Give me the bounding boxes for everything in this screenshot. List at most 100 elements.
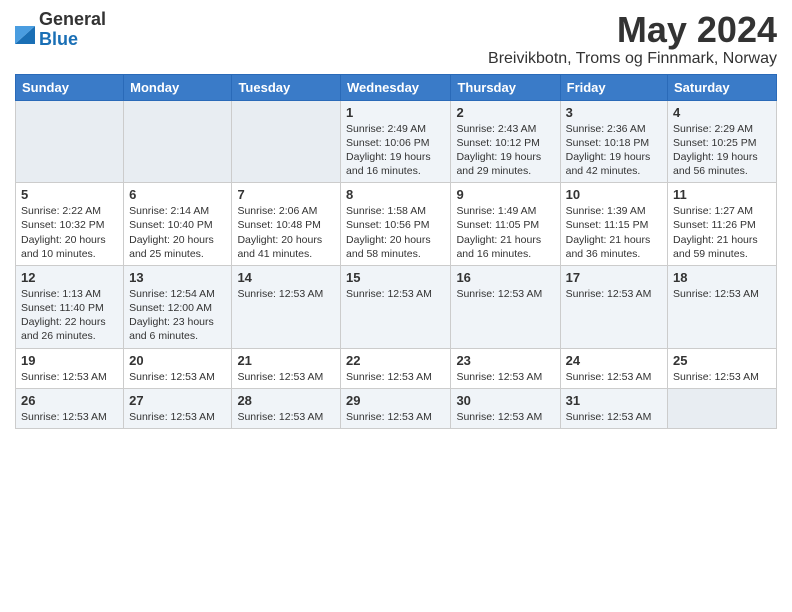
day-cell: [124, 100, 232, 183]
day-cell: 20 Sunrise: 12:53 AM: [124, 348, 232, 388]
day-number: 8: [346, 187, 445, 202]
day-number: 18: [673, 270, 771, 285]
day-cell: 17Sunrise: 12:53 AM: [560, 265, 667, 348]
calendar-header: SundayMondayTuesdayWednesdayThursdayFrid…: [16, 74, 777, 100]
day-cell: [232, 100, 341, 183]
day-cell: 27 Sunrise: 12:53 AM: [124, 388, 232, 428]
day-header-thursday: Thursday: [451, 74, 560, 100]
day-header-monday: Monday: [124, 74, 232, 100]
day-number: 27: [129, 393, 226, 408]
day-info: Sunrise: 12:54 AM Sunset: 12:00 AM Dayli…: [129, 287, 226, 344]
page-header: General Blue May 2024 Breivikbotn, Troms…: [15, 10, 777, 68]
day-number: 22: [346, 353, 445, 368]
day-number: 26: [21, 393, 118, 408]
logo-blue-text: Blue: [39, 30, 106, 50]
day-number: 4: [673, 105, 771, 120]
day-cell: 10 Sunrise: 1:39 AM Sunset: 11:15 PM Dayl…: [560, 183, 667, 266]
day-cell: 13 Sunrise: 12:54 AM Sunset: 12:00 AM Day…: [124, 265, 232, 348]
month-title: May 2024: [488, 10, 777, 50]
day-number: 10: [566, 187, 662, 202]
day-info: Sunrise: 2:43 AM Sunset: 10:12 PM Daylig…: [456, 122, 554, 179]
day-cell: 19Sunrise: 12:53 AM: [16, 348, 124, 388]
day-cell: 12 Sunrise: 1:13 AM Sunset: 11:40 PM Dayl…: [16, 265, 124, 348]
day-info: Sunrise: 12:53 AM: [456, 370, 554, 384]
day-cell: 2Sunrise: 2:43 AM Sunset: 10:12 PM Dayli…: [451, 100, 560, 183]
week-row-5: 26 Sunrise: 12:53 AM 27 Sunrise: 12:53 AM 28…: [16, 388, 777, 428]
day-cell: 30 Sunrise: 12:53 AM: [451, 388, 560, 428]
day-info: Sunrise: 12:53 AM: [346, 370, 445, 384]
day-number: 5: [21, 187, 118, 202]
day-cell: 6 Sunrise: 2:14 AM Sunset: 10:40 PM Dayli…: [124, 183, 232, 266]
day-number: 25: [673, 353, 771, 368]
day-cell: 18 Sunrise: 12:53 AM: [668, 265, 777, 348]
day-cell: 14 Sunrise: 12:53 AM: [232, 265, 341, 348]
day-number: 7: [237, 187, 335, 202]
day-info: Sunrise: 12:53 AM: [456, 410, 554, 424]
day-number: 24: [566, 353, 662, 368]
day-cell: 31 Sunrise: 12:53 AM: [560, 388, 667, 428]
day-number: 23: [456, 353, 554, 368]
day-header-sunday: Sunday: [16, 74, 124, 100]
day-info: Sunrise: 12:53 AM: [673, 370, 771, 384]
day-cell: [668, 388, 777, 428]
day-info: Sunrise: 2:36 AM Sunset: 10:18 PM Daylig…: [566, 122, 662, 179]
day-number: 30: [456, 393, 554, 408]
title-area: May 2024 Breivikbotn, Troms og Finnmark,…: [488, 10, 777, 68]
day-info: Sunrise: 2:06 AM Sunset: 10:48 PM Daylig…: [237, 204, 335, 261]
day-number: 15: [346, 270, 445, 285]
day-info: Sunrise: 1:39 AM Sunset: 11:15 PM Daylig…: [566, 204, 662, 261]
day-header-wednesday: Wednesday: [341, 74, 451, 100]
day-cell: 26 Sunrise: 12:53 AM: [16, 388, 124, 428]
day-number: 6: [129, 187, 226, 202]
logo: General Blue: [15, 10, 106, 50]
day-info: Sunrise: 12:53 AM: [456, 287, 554, 301]
day-number: 28: [237, 393, 335, 408]
location-title: Breivikbotn, Troms og Finnmark, Norway: [488, 50, 777, 68]
day-number: 12: [21, 270, 118, 285]
day-cell: 9Sunrise: 1:49 AM Sunset: 11:05 PM Dayli…: [451, 183, 560, 266]
day-info: Sunrise: 12:53 AM: [237, 410, 335, 424]
day-number: 14: [237, 270, 335, 285]
day-cell: 3 Sunrise: 2:36 AM Sunset: 10:18 PM Dayli…: [560, 100, 667, 183]
day-info: Sunrise: 2:29 AM Sunset: 10:25 PM Daylig…: [673, 122, 771, 179]
day-info: Sunrise: 12:53 AM: [346, 287, 445, 301]
day-cell: 5Sunrise: 2:22 AM Sunset: 10:32 PM Dayli…: [16, 183, 124, 266]
day-cell: 8 Sunrise: 1:58 AM Sunset: 10:56 PM Dayli…: [341, 183, 451, 266]
day-cell: 29Sunrise: 12:53 AM: [341, 388, 451, 428]
day-cell: 23 Sunrise: 12:53 AM: [451, 348, 560, 388]
day-info: Sunrise: 12:53 AM: [566, 410, 662, 424]
day-header-tuesday: Tuesday: [232, 74, 341, 100]
day-info: Sunrise: 12:53 AM: [673, 287, 771, 301]
day-cell: 1Sunrise: 2:49 AM Sunset: 10:06 PM Dayli…: [341, 100, 451, 183]
header-row: SundayMondayTuesdayWednesdayThursdayFrid…: [16, 74, 777, 100]
day-header-friday: Friday: [560, 74, 667, 100]
day-number: 31: [566, 393, 662, 408]
day-number: 29: [346, 393, 445, 408]
day-info: Sunrise: 12:53 AM: [566, 370, 662, 384]
day-cell: 24 Sunrise: 12:53 AM: [560, 348, 667, 388]
day-info: Sunrise: 12:53 AM: [21, 410, 118, 424]
day-info: Sunrise: 1:13 AM Sunset: 11:40 PM Daylig…: [21, 287, 118, 344]
day-cell: 7 Sunrise: 2:06 AM Sunset: 10:48 PM Dayli…: [232, 183, 341, 266]
day-info: Sunrise: 1:58 AM Sunset: 10:56 PM Daylig…: [346, 204, 445, 261]
day-number: 20: [129, 353, 226, 368]
logo-general-text: General: [39, 10, 106, 30]
day-info: Sunrise: 12:53 AM: [129, 370, 226, 384]
week-row-3: 12 Sunrise: 1:13 AM Sunset: 11:40 PM Dayl…: [16, 265, 777, 348]
day-cell: 25 Sunrise: 12:53 AM: [668, 348, 777, 388]
day-number: 13: [129, 270, 226, 285]
day-number: 21: [237, 353, 335, 368]
day-info: Sunrise: 2:14 AM Sunset: 10:40 PM Daylig…: [129, 204, 226, 261]
day-cell: [16, 100, 124, 183]
day-number: 3: [566, 105, 662, 120]
logo-icon: [15, 16, 35, 44]
day-info: Sunrise: 12:53 AM: [129, 410, 226, 424]
day-info: Sunrise: 12:53 AM: [21, 370, 118, 384]
day-info: Sunrise: 12:53 AM: [237, 287, 335, 301]
week-row-4: 19Sunrise: 12:53 AM 20 Sunrise: 12:53 AM 21…: [16, 348, 777, 388]
day-cell: 11Sunrise: 1:27 AM Sunset: 11:26 PM Dayl…: [668, 183, 777, 266]
day-cell: 15 Sunrise: 12:53 AM: [341, 265, 451, 348]
day-cell: 4 Sunrise: 2:29 AM Sunset: 10:25 PM Dayli…: [668, 100, 777, 183]
day-number: 9: [456, 187, 554, 202]
day-number: 1: [346, 105, 445, 120]
